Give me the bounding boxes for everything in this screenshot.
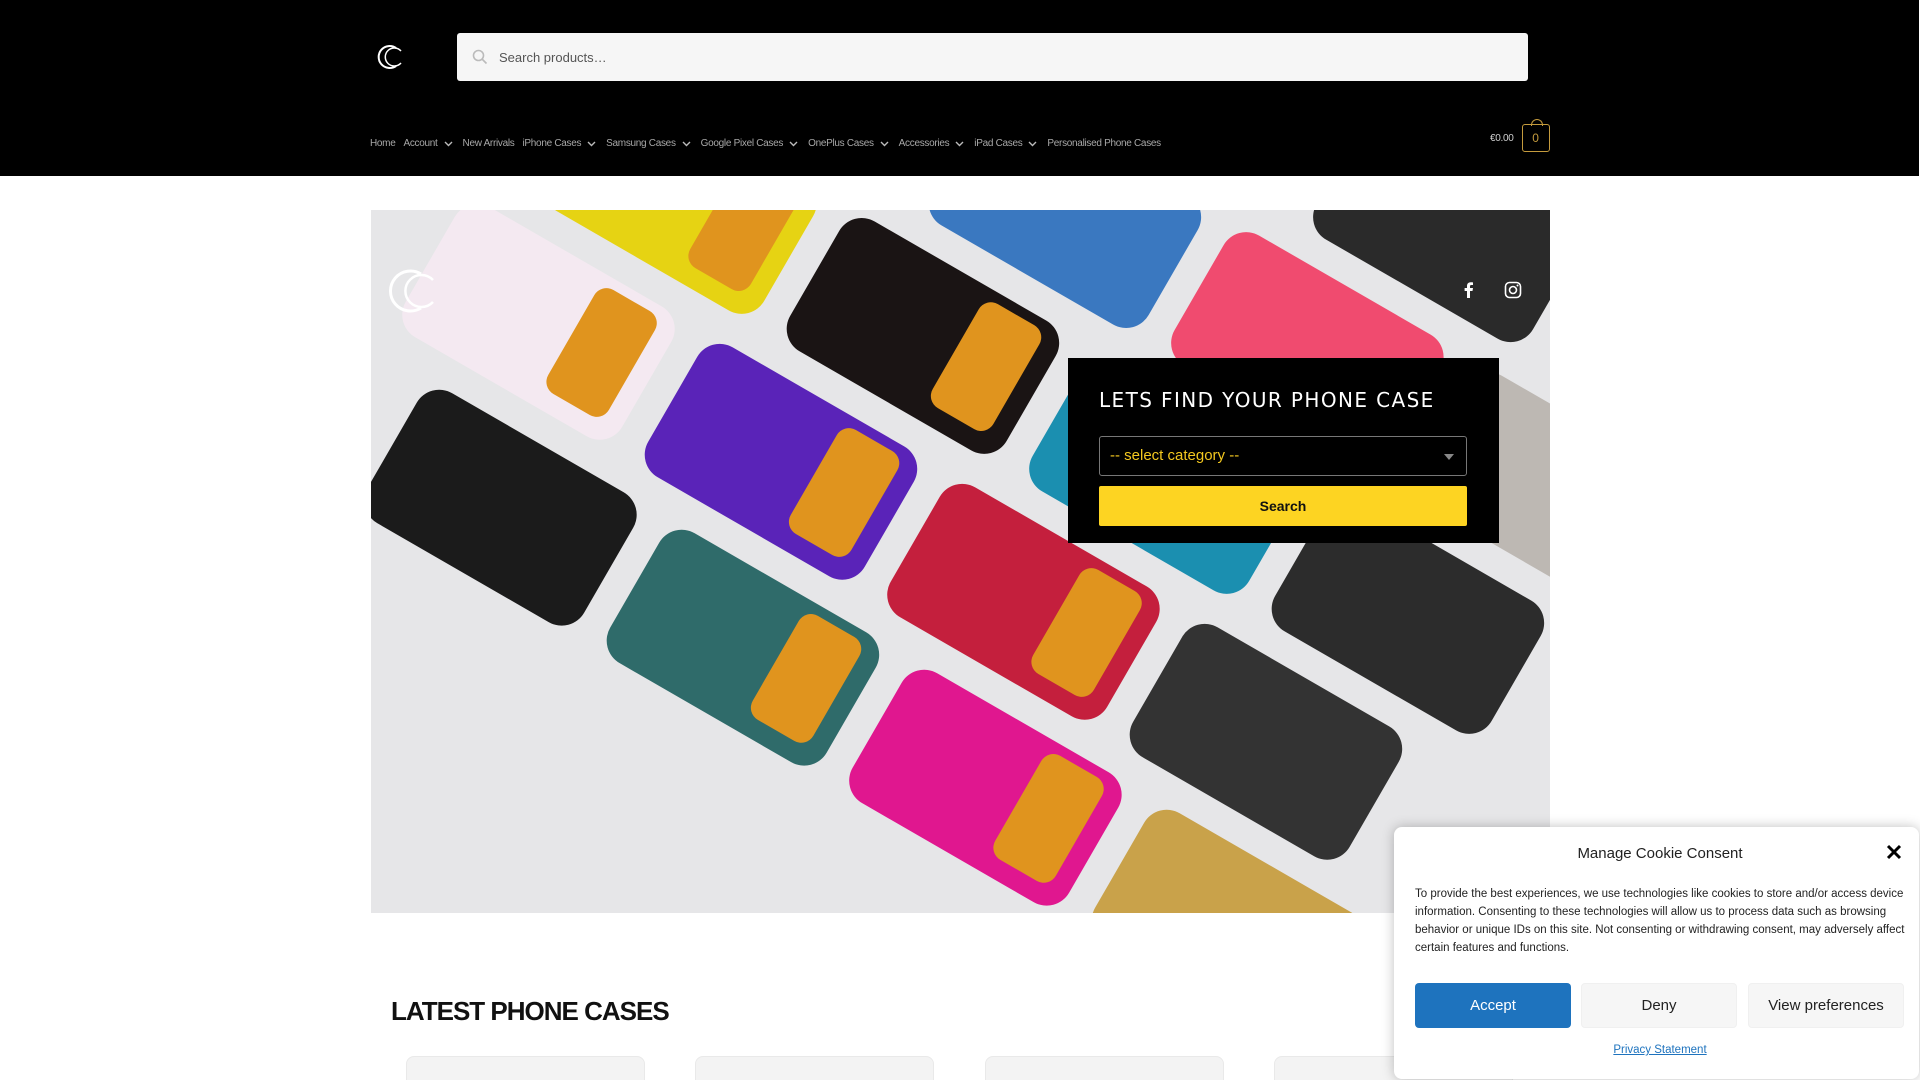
caret-down-icon	[1444, 454, 1454, 460]
chevron-down-icon	[587, 141, 596, 146]
nav-label: iPhone Cases	[522, 138, 582, 149]
search-icon	[472, 49, 488, 65]
nav-item-oneplus-cases[interactable]: OnePlus Cases	[808, 138, 891, 149]
chevron-down-icon	[1028, 141, 1037, 146]
finder-search-button[interactable]: Search	[1099, 486, 1467, 526]
category-select-value: -- select category --	[1110, 447, 1240, 464]
cart-count-badge: 0	[1521, 119, 1550, 152]
view-preferences-button[interactable]: View preferences	[1748, 983, 1904, 1028]
nav-item-accessories[interactable]: Accessories	[899, 138, 967, 149]
brand-logo-icon[interactable]	[374, 43, 406, 71]
nav-label: iPad Cases	[974, 138, 1023, 149]
nav-item-iphone-cases[interactable]: iPhone Cases	[523, 138, 599, 149]
nav-label: Personalised Phone Cases	[1047, 138, 1161, 149]
accept-button[interactable]: Accept	[1415, 983, 1571, 1028]
nav-label: New Arrivals	[462, 138, 515, 149]
nav-item-google-pixel-cases[interactable]: Google Pixel Cases	[701, 138, 800, 149]
nav-item-ipad-cases[interactable]: iPad Cases	[974, 138, 1039, 149]
main-navigation: Home Account New Arrivals iPhone Cases S…	[370, 138, 1169, 149]
brand-logo-icon	[389, 269, 434, 313]
cart-widget[interactable]: €0.00 0	[1490, 119, 1550, 152]
chevron-down-icon	[682, 141, 691, 146]
product-card[interactable]	[695, 1056, 934, 1080]
instagram-icon[interactable]	[1503, 280, 1523, 300]
nav-label: Account	[403, 138, 438, 149]
nav-label: Samsung Cases	[606, 138, 676, 149]
cookie-consent-dialog: Manage Cookie Consent To provide the bes…	[1394, 827, 1919, 1079]
finder-title: LETS FIND YOUR PHONE CASE	[1099, 388, 1435, 412]
page: Home Account New Arrivals iPhone Cases S…	[0, 0, 1920, 1080]
hero-banner: LETS FIND YOUR PHONE CASE -- select cate…	[371, 210, 1550, 913]
chevron-down-icon	[444, 141, 453, 146]
chevron-down-icon	[789, 141, 798, 146]
deny-button[interactable]: Deny	[1581, 983, 1737, 1028]
nav-item-samsung-cases[interactable]: Samsung Cases	[606, 138, 692, 149]
cookie-description: To provide the best experiences, we use …	[1415, 888, 1905, 954]
product-search-box	[457, 33, 1528, 81]
category-select[interactable]: -- select category --	[1099, 436, 1467, 476]
cookie-title: Manage Cookie Consent	[1577, 845, 1743, 862]
phone-cases-hero-image	[371, 210, 1550, 913]
nav-item-account[interactable]: Account	[403, 138, 454, 149]
product-card[interactable]	[985, 1056, 1224, 1080]
close-icon[interactable]	[1884, 842, 1904, 862]
nav-label: OnePlus Cases	[808, 138, 874, 149]
phone-case-finder: LETS FIND YOUR PHONE CASE -- select cate…	[1068, 358, 1499, 543]
nav-item-new-arrivals[interactable]: New Arrivals	[463, 138, 515, 149]
chevron-down-icon	[880, 141, 889, 146]
nav-item-home[interactable]: Home	[370, 138, 396, 149]
site-header: Home Account New Arrivals iPhone Cases S…	[0, 0, 1919, 176]
privacy-statement-link[interactable]: Privacy Statement	[1394, 1044, 1920, 1056]
nav-label: Home	[370, 138, 396, 149]
search-input[interactable]	[499, 33, 1509, 81]
product-card[interactable]	[406, 1056, 645, 1080]
chevron-down-icon	[955, 141, 964, 146]
facebook-icon[interactable]	[1459, 280, 1479, 300]
latest-section-title: LATEST PHONE CASES	[391, 996, 670, 1026]
nav-label: Google Pixel Cases	[700, 138, 784, 149]
nav-item-personalised-phone-cases[interactable]: Personalised Phone Cases	[1047, 138, 1161, 149]
nav-label: Accessories	[898, 138, 950, 149]
cart-total: €0.00	[1490, 132, 1514, 144]
